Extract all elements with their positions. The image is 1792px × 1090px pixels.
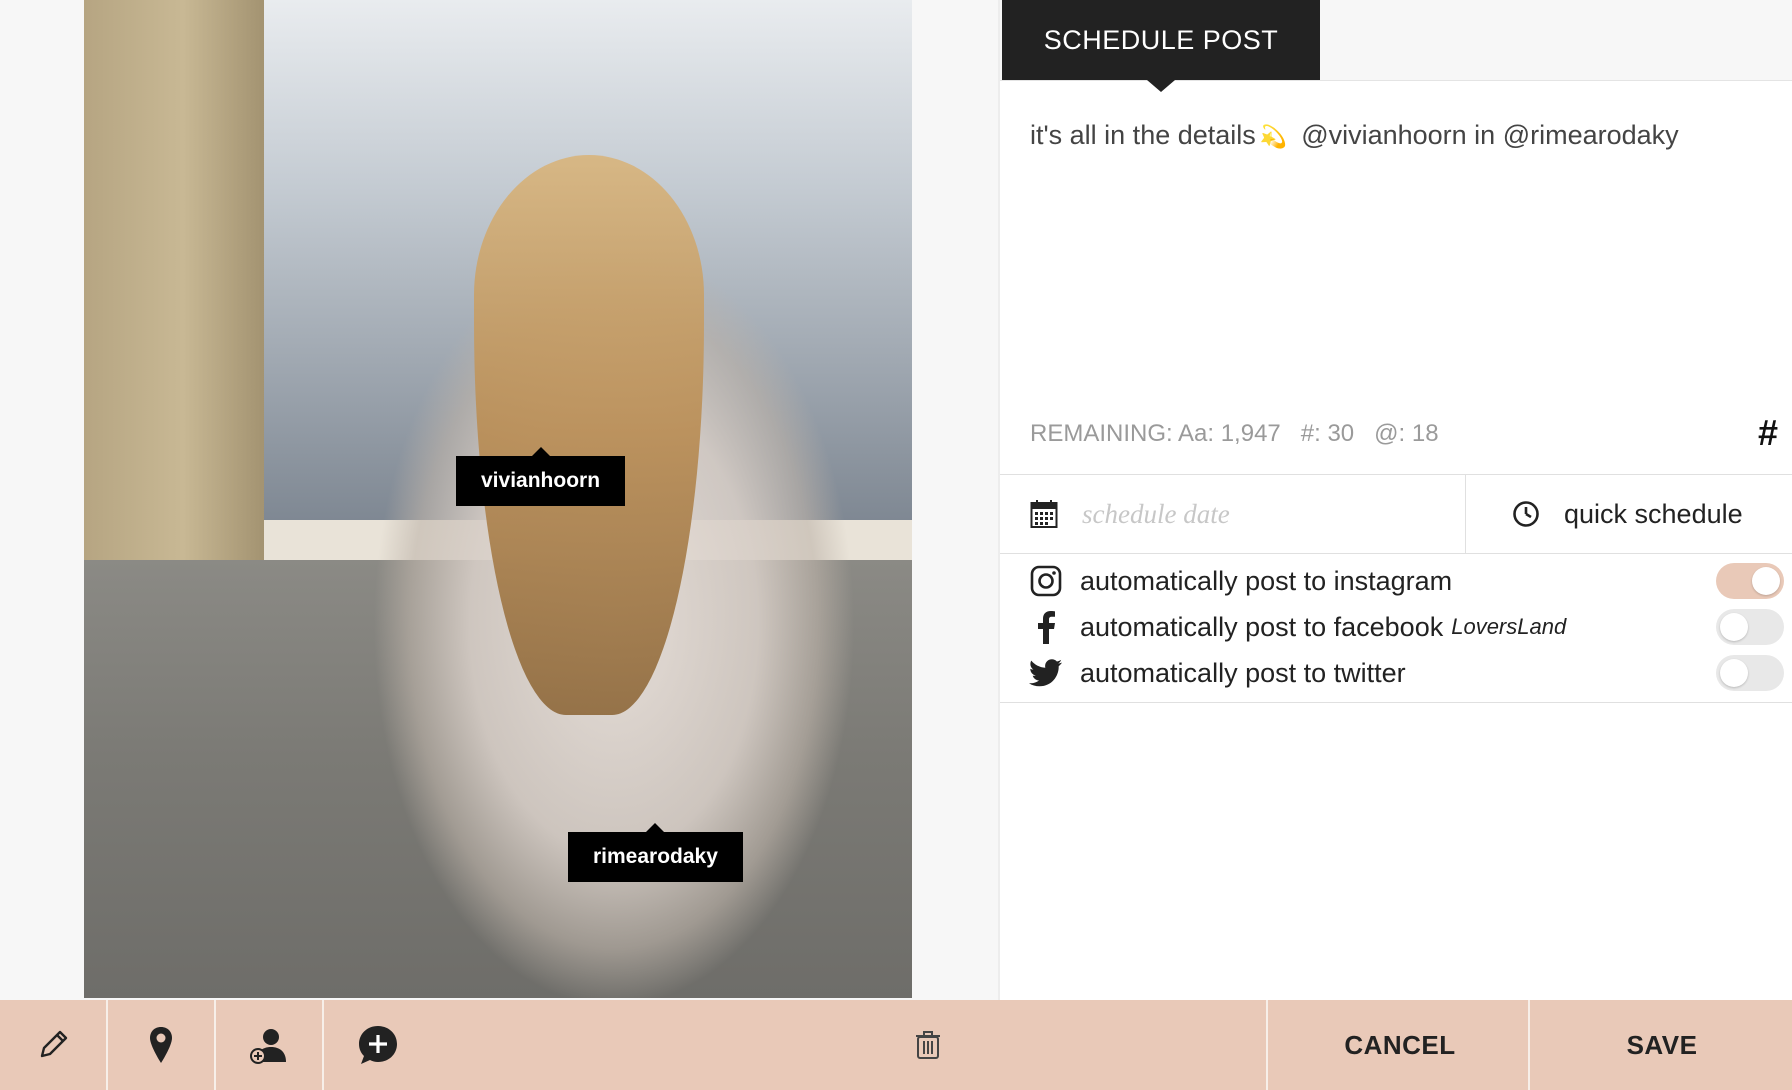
remaining-counter: REMAINING: Aa: 1,947 #: 30 @: 18 xyxy=(1030,420,1439,447)
schedule-date-row: quick schedule xyxy=(1000,475,1792,553)
schedule-date-field xyxy=(1000,475,1466,553)
trash-icon xyxy=(916,1031,940,1059)
facebook-row: automatically post to facebook LoversLan… xyxy=(1000,604,1792,650)
toggle-knob xyxy=(1720,659,1748,687)
caption-mentions: @vivianhoorn in @rimearodaky xyxy=(1301,120,1679,150)
facebook-page-name: LoversLand xyxy=(1451,614,1567,639)
photo-toolbar xyxy=(0,1000,998,1090)
delete-button[interactable] xyxy=(898,1000,958,1090)
location-button[interactable] xyxy=(108,1000,216,1090)
twitter-row: automatically post to twitter xyxy=(1000,650,1792,696)
schedule-date-input[interactable] xyxy=(1080,493,1444,535)
save-button[interactable]: SAVE xyxy=(1528,1000,1792,1090)
map-pin-icon xyxy=(150,1027,172,1063)
calendar-icon xyxy=(1030,500,1058,528)
quick-schedule-label: quick schedule xyxy=(1564,498,1743,529)
tab-schedule-post[interactable]: SCHEDULE POST xyxy=(1002,0,1320,92)
twitter-label: automatically post to twitter xyxy=(1080,657,1406,688)
facebook-label: automatically post to facebook xyxy=(1080,611,1444,642)
toggle-knob xyxy=(1720,613,1748,641)
user-tag-rimearodaky[interactable]: rimearodaky xyxy=(568,823,743,882)
photo-panel: vivianhoorn rimearodaky xyxy=(0,0,998,1000)
toggle-knob xyxy=(1752,567,1780,595)
instagram-icon xyxy=(1030,565,1062,597)
instagram-toggle[interactable] xyxy=(1716,563,1784,599)
instagram-label: automatically post to instagram xyxy=(1080,565,1453,596)
facebook-toggle[interactable] xyxy=(1716,609,1784,645)
add-comment-button[interactable] xyxy=(324,1000,432,1090)
caption-textarea[interactable]: it's all in the details 💫 @vivianhoorn in … xyxy=(1030,120,1679,151)
instagram-row: automatically post to instagram xyxy=(1000,558,1792,604)
edit-button[interactable] xyxy=(0,1000,108,1090)
caption-text: it's all in the details xyxy=(1030,120,1256,150)
clock-icon xyxy=(1513,501,1539,527)
add-user-icon xyxy=(250,1029,286,1064)
sparkle-icon: 💫 xyxy=(1259,124,1288,149)
user-tag-vivianhoorn[interactable]: vivianhoorn xyxy=(456,447,626,506)
add-comment-icon xyxy=(359,1026,397,1064)
hashtag-button[interactable]: # xyxy=(1758,412,1778,454)
action-bar: CANCEL SAVE xyxy=(998,1000,1792,1090)
divider xyxy=(1000,702,1792,703)
tag-user-button[interactable] xyxy=(216,1000,324,1090)
cancel-button[interactable]: CANCEL xyxy=(1266,1000,1532,1090)
pencil-icon xyxy=(40,1030,68,1058)
panel-header: SCHEDULE POST xyxy=(1000,0,1792,92)
facebook-icon xyxy=(1038,611,1055,644)
schedule-panel: SCHEDULE POST it's all in the details 💫 @v… xyxy=(998,0,1792,1000)
twitter-toggle[interactable] xyxy=(1716,655,1784,691)
quick-schedule-button[interactable]: quick schedule xyxy=(1466,475,1792,553)
twitter-icon xyxy=(1029,659,1062,687)
divider xyxy=(1000,553,1792,554)
